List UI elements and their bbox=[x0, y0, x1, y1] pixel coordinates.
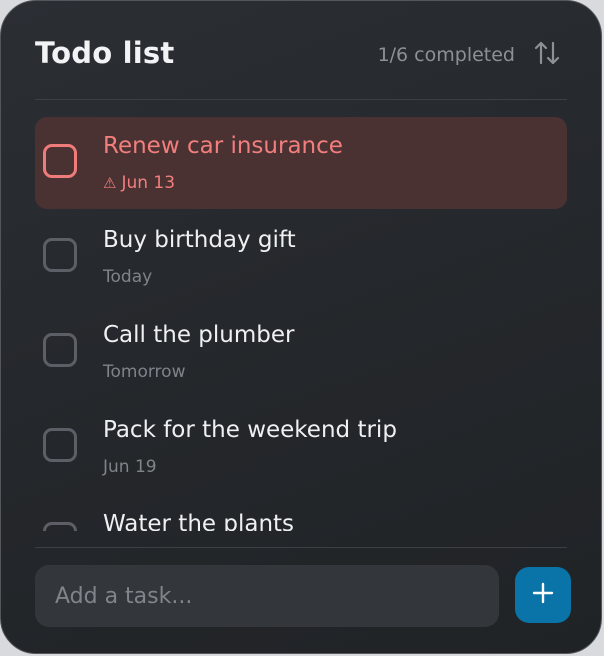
header: Todo list 1/6 completed bbox=[35, 33, 567, 77]
sort-button[interactable] bbox=[527, 37, 567, 73]
task-due-date: ⚠ Jun 13 bbox=[103, 171, 175, 195]
plus-icon bbox=[531, 581, 555, 609]
task-title: Pack for the weekend trip bbox=[103, 417, 397, 443]
add-task-field[interactable] bbox=[35, 565, 499, 627]
task-checkbox[interactable] bbox=[43, 522, 77, 531]
task-title: Buy birthday gift bbox=[103, 227, 296, 253]
header-divider bbox=[35, 99, 567, 100]
task-row[interactable]: Call the plumber Tomorrow bbox=[35, 306, 567, 398]
task-row[interactable]: Buy birthday gift Today bbox=[35, 211, 567, 303]
task-checkbox[interactable] bbox=[43, 428, 77, 462]
add-task-input[interactable] bbox=[35, 565, 499, 627]
task-title: Call the plumber bbox=[103, 322, 295, 348]
task-checkbox[interactable] bbox=[43, 238, 77, 272]
task-checkbox[interactable] bbox=[43, 144, 77, 178]
progress-counter: 1/6 completed bbox=[377, 44, 515, 66]
page-title: Todo list bbox=[35, 36, 175, 70]
warning-icon: ⚠ bbox=[103, 174, 117, 192]
todo-widget: Todo list 1/6 completed Renew car insura… bbox=[0, 0, 602, 654]
task-due-date: Today bbox=[103, 267, 153, 287]
composer-divider bbox=[35, 547, 567, 548]
task-title: Renew car insurance bbox=[103, 133, 343, 159]
task-title: Water the plants bbox=[103, 511, 295, 531]
task-list: Renew car insurance ⚠ Jun 13 Buy birthday… bbox=[35, 117, 567, 531]
task-due-date: Jun 19 bbox=[103, 457, 157, 477]
task-checkbox[interactable] bbox=[43, 333, 77, 367]
task-row[interactable]: Pack for the weekend trip Jun 19 bbox=[35, 401, 567, 493]
add-task-button[interactable] bbox=[515, 567, 571, 623]
task-row[interactable]: Water the plants bbox=[35, 495, 567, 531]
task-due-date: Tomorrow bbox=[103, 362, 186, 382]
task-due-label: Jun 13 bbox=[121, 173, 176, 193]
task-row[interactable]: Renew car insurance ⚠ Jun 13 bbox=[35, 117, 567, 209]
sort-arrows-icon bbox=[533, 40, 561, 70]
